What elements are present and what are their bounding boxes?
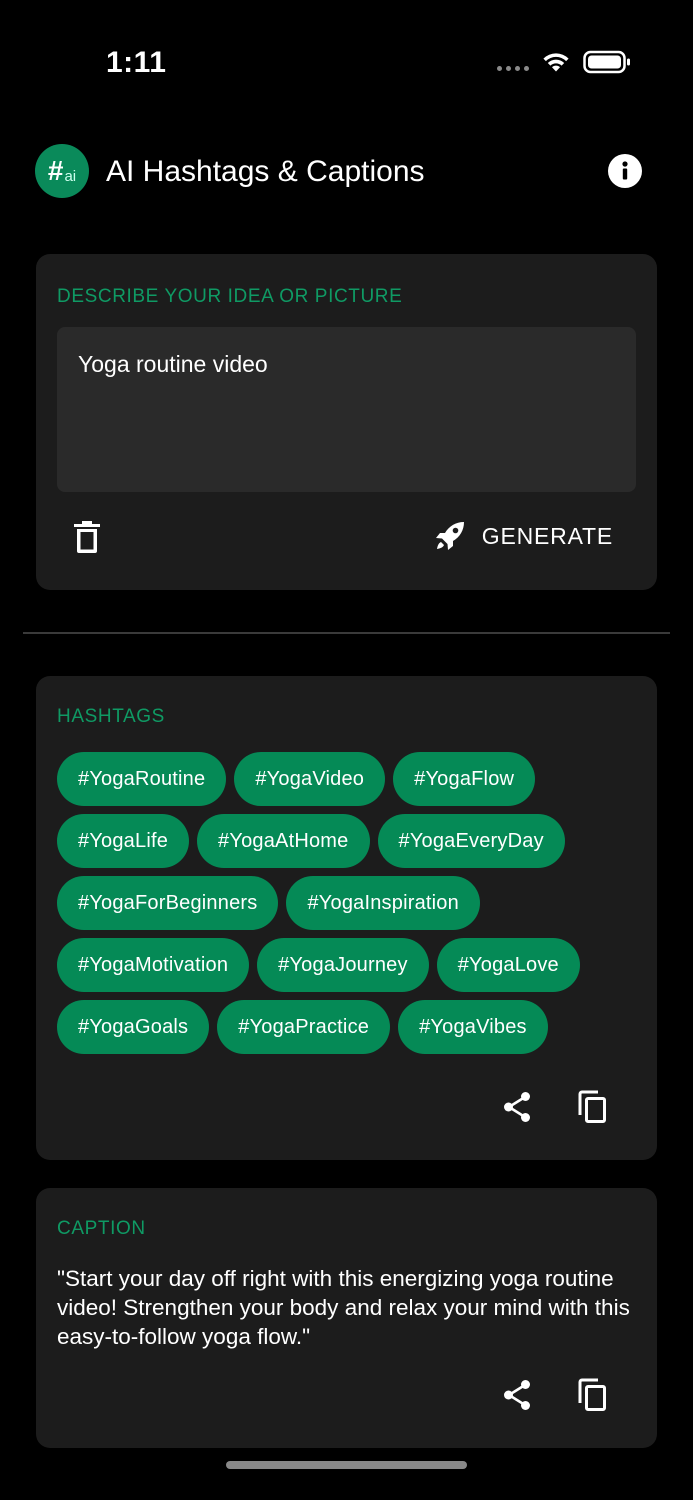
- caption-card: CAPTION "Start your day off right with t…: [36, 1188, 657, 1448]
- hashtag-chip[interactable]: #YogaMotivation: [57, 938, 250, 992]
- rocket-icon: [435, 522, 464, 550]
- idea-label: DESCRIBE YOUR IDEA OR PICTURE: [57, 286, 403, 307]
- generate-button[interactable]: GENERATE: [434, 520, 613, 552]
- app-logo: # ai: [35, 144, 89, 198]
- logo-hash: #: [47, 155, 64, 186]
- info-icon: [622, 161, 628, 180]
- hashtag-chip[interactable]: #YogaLove: [436, 938, 580, 992]
- idea-input[interactable]: Yoga routine video: [57, 327, 636, 492]
- copy-icon[interactable]: [577, 1378, 609, 1412]
- hashtag-chip[interactable]: #YogaVideo: [234, 752, 386, 806]
- generate-label: GENERATE: [481, 522, 613, 549]
- hashtag-chip[interactable]: #YogaEveryDay: [377, 814, 565, 868]
- hashtag-chip[interactable]: #YogaAtHome: [197, 814, 370, 868]
- hashtag-chip[interactable]: #YogaInspiration: [286, 876, 480, 930]
- section-divider: [23, 632, 670, 634]
- logo-ai: ai: [64, 167, 77, 185]
- hashtag-chip[interactable]: #YogaFlow: [393, 752, 536, 806]
- share-icon[interactable]: [501, 1379, 533, 1411]
- hashtags-actions: [501, 1090, 609, 1124]
- home-indicator[interactable]: [226, 1461, 467, 1469]
- battery-icon: [583, 50, 630, 74]
- hashtags-card: HASHTAGS #YogaRoutine #YogaVideo #YogaFl…: [36, 676, 657, 1160]
- hashtag-chip[interactable]: #YogaLife: [57, 814, 190, 868]
- status-time: 1:11: [106, 46, 167, 79]
- hashtags-label: HASHTAGS: [57, 706, 165, 727]
- copy-icon[interactable]: [577, 1090, 609, 1124]
- hashtag-chip[interactable]: #YogaForBeginners: [57, 876, 279, 930]
- caption-text: "Start your day off right with this ener…: [57, 1266, 630, 1349]
- app-screen: 1:11 # ai AI Hashtags & Captions DESCRIB…: [0, 0, 693, 1500]
- caption-actions: [501, 1378, 609, 1412]
- hashtag-chips: #YogaRoutine #YogaVideo #YogaFlow #YogaL…: [57, 752, 637, 1054]
- page-title: AI Hashtags & Captions: [106, 155, 425, 188]
- trash-icon: [74, 521, 100, 553]
- signal-dots-icon: [497, 51, 529, 73]
- hashtag-chip[interactable]: #YogaPractice: [217, 1000, 391, 1054]
- hashtag-chip[interactable]: #YogaRoutine: [57, 752, 227, 806]
- caption-label: CAPTION: [57, 1218, 146, 1239]
- wifi-icon: [543, 53, 569, 72]
- idea-card: DESCRIBE YOUR IDEA OR PICTURE Yoga routi…: [36, 254, 657, 590]
- clear-button[interactable]: [72, 520, 102, 554]
- hashtag-chip[interactable]: #YogaJourney: [257, 938, 429, 992]
- hashtag-chip[interactable]: #YogaVibes: [398, 1000, 548, 1054]
- share-icon[interactable]: [501, 1091, 533, 1123]
- info-button[interactable]: [608, 154, 642, 188]
- status-icons: [497, 50, 631, 74]
- hashtag-chip[interactable]: #YogaGoals: [57, 1000, 210, 1054]
